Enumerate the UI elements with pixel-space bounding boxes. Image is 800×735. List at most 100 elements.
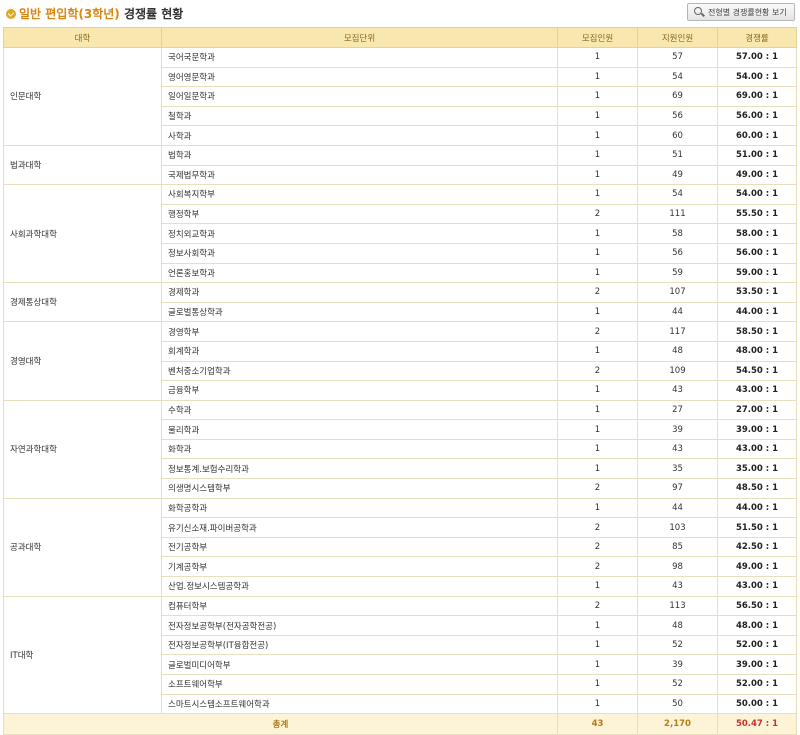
college-cell: 인문대학 <box>3 47 162 146</box>
recruit-cell: 1 <box>557 340 638 362</box>
ratio-cell: 39.00 : 1 <box>717 419 797 440</box>
applied-cell: 58 <box>637 223 718 244</box>
ratio-cell: 48.00 : 1 <box>717 340 797 362</box>
dept-cell: 벤처중소기업학과 <box>161 360 558 382</box>
applied-cell: 44 <box>637 497 718 519</box>
ratio-cell: 27.00 : 1 <box>717 399 797 421</box>
dept-cell: 정치외교학과 <box>161 223 558 244</box>
recruit-cell: 1 <box>557 144 638 166</box>
col-header-ratio: 경쟁률 <box>717 27 797 48</box>
page-title: 일반 편입학(3학년) 경쟁률 현황 <box>6 5 183 22</box>
table-body: 인문대학 국어국문학과 1 57 57.00 : 1 영어영문학과 1 54 54.00 : 1… <box>3 47 797 735</box>
ratio-cell: 43.00 : 1 <box>717 438 797 460</box>
recruit-cell: 1 <box>557 66 638 88</box>
applied-cell: 52 <box>637 634 718 656</box>
college-cell: 경영대학 <box>3 321 162 401</box>
dept-cell: 컴퓨터학부 <box>161 595 558 617</box>
ratio-cell: 58.00 : 1 <box>717 223 797 244</box>
recruit-cell: 1 <box>557 125 638 146</box>
ratio-cell: 44.00 : 1 <box>717 497 797 519</box>
dept-cell: 전자정보공학부(IT융합전공) <box>161 634 558 656</box>
recruit-cell: 1 <box>557 164 638 186</box>
recruit-cell: 1 <box>557 242 638 264</box>
applied-cell: 117 <box>637 321 718 342</box>
applied-cell: 48 <box>637 340 718 362</box>
college-cell: IT대학 <box>3 595 162 715</box>
ratio-cell: 48.50 : 1 <box>717 478 797 499</box>
table-row: 법과대학 법학과 1 51 51.00 : 1 <box>3 144 797 186</box>
total-applied-cell: 2,170 <box>637 713 718 735</box>
ratio-cell: 39.00 : 1 <box>717 654 797 675</box>
dept-cell: 스마트시스템소프트웨어학과 <box>161 693 558 715</box>
ratio-cell: 50.00 : 1 <box>717 693 797 715</box>
ratio-cell: 56.00 : 1 <box>717 105 797 127</box>
applied-cell: 113 <box>637 595 718 617</box>
dept-cell: 정보통계.보험수리학과 <box>161 458 558 480</box>
college-cell: 법과대학 <box>3 144 162 186</box>
applied-cell: 59 <box>637 262 718 284</box>
dept-cell: 기계공학부 <box>161 556 558 578</box>
ratio-cell: 42.50 : 1 <box>717 536 797 558</box>
table-row: 공과대학 화학공학과 1 44 44.00 : 1 <box>3 497 797 597</box>
recruit-cell: 1 <box>557 576 638 597</box>
check-circle-icon <box>6 9 16 19</box>
applied-cell: 35 <box>637 458 718 480</box>
applied-cell: 51 <box>637 144 718 166</box>
table-row: IT대학 컴퓨터학부 2 113 56.50 : 1 <box>3 595 797 715</box>
recruit-cell: 1 <box>557 419 638 440</box>
ratio-cell: 54.00 : 1 <box>717 184 797 205</box>
dept-cell: 사회복지학부 <box>161 184 558 205</box>
dept-cell: 경제학과 <box>161 282 558 303</box>
table-row: 인문대학 국어국문학과 1 57 57.00 : 1 <box>3 47 797 146</box>
ratio-cell: 35.00 : 1 <box>717 458 797 480</box>
recruit-cell: 1 <box>557 634 638 656</box>
ratio-cell: 51.00 : 1 <box>717 144 797 166</box>
ratio-cell: 48.00 : 1 <box>717 615 797 636</box>
applied-cell: 56 <box>637 242 718 264</box>
recruit-cell: 1 <box>557 674 638 695</box>
view-by-type-button[interactable]: 전형별 경쟁률현황 보기 <box>687 3 795 21</box>
applied-cell: 56 <box>637 105 718 127</box>
recruit-cell: 2 <box>557 321 638 342</box>
recruit-cell: 2 <box>557 478 638 499</box>
dept-cell: 금융학부 <box>161 380 558 401</box>
applied-cell: 98 <box>637 556 718 578</box>
table-row: 자연과학대학 수학과 1 27 27.00 : 1 <box>3 399 797 499</box>
recruit-cell: 2 <box>557 556 638 578</box>
dept-cell: 경영학부 <box>161 321 558 342</box>
view-by-type-button-label: 전형별 경쟁률현황 보기 <box>708 8 787 17</box>
col-header-college: 대학 <box>3 27 162 48</box>
applied-cell: 43 <box>637 576 718 597</box>
ratio-cell: 56.00 : 1 <box>717 242 797 264</box>
ratio-cell: 54.00 : 1 <box>717 66 797 88</box>
dept-cell: 의생명시스템학부 <box>161 478 558 499</box>
applied-cell: 44 <box>637 301 718 323</box>
total-ratio-cell: 50.47 : 1 <box>717 713 797 735</box>
dept-cell: 산업.정보시스템공학과 <box>161 576 558 597</box>
table-row: 경영대학 경영학부 2 117 58.50 : 1 <box>3 321 797 401</box>
applied-cell: 39 <box>637 654 718 675</box>
applied-cell: 103 <box>637 517 718 538</box>
dept-cell: 화학공학과 <box>161 497 558 519</box>
ratio-cell: 53.50 : 1 <box>717 282 797 303</box>
table-row: 경제통상대학 경제학과 2 107 53.50 : 1 <box>3 282 797 323</box>
recruit-cell: 1 <box>557 399 638 421</box>
recruit-cell: 1 <box>557 262 638 284</box>
dept-cell: 물리학과 <box>161 419 558 440</box>
applied-cell: 57 <box>637 47 718 68</box>
col-header-applied: 지원인원 <box>637 27 718 48</box>
ratio-cell: 52.00 : 1 <box>717 634 797 656</box>
applied-cell: 60 <box>637 125 718 146</box>
ratio-cell: 49.00 : 1 <box>717 556 797 578</box>
total-recruit-cell: 43 <box>557 713 638 735</box>
ratio-cell: 44.00 : 1 <box>717 301 797 323</box>
dept-cell: 철학과 <box>161 105 558 127</box>
recruit-cell: 1 <box>557 184 638 205</box>
applied-cell: 54 <box>637 66 718 88</box>
dept-cell: 법학과 <box>161 144 558 166</box>
applied-cell: 85 <box>637 536 718 558</box>
dept-cell: 행정학부 <box>161 203 558 225</box>
total-row: 총계 43 2,170 50.47 : 1 <box>3 713 797 735</box>
ratio-cell: 43.00 : 1 <box>717 576 797 597</box>
applied-cell: 52 <box>637 674 718 695</box>
